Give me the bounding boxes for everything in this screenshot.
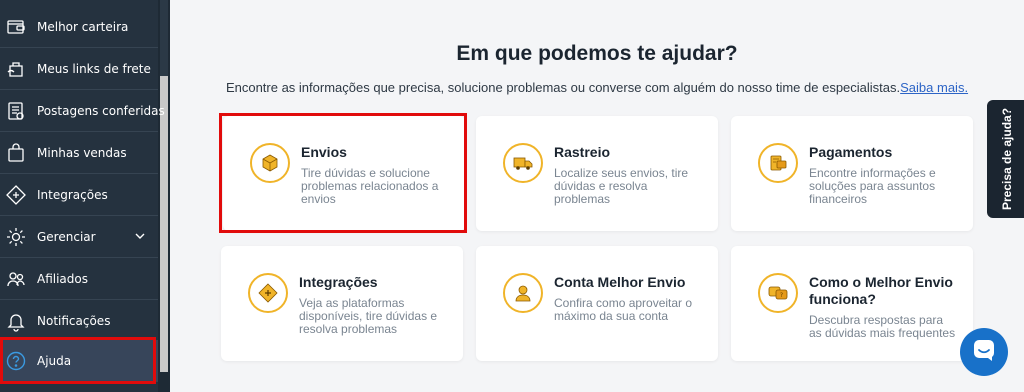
card-title: Pagamentos bbox=[809, 144, 893, 160]
card-como-funciona[interactable]: ? Como o Melhor Envio funciona? Descubra… bbox=[731, 246, 973, 361]
sidebar-item-label: Notificações bbox=[37, 313, 111, 328]
sidebar-scroll-thumb[interactable] bbox=[160, 76, 168, 372]
card-title: Conta Melhor Envio bbox=[554, 274, 686, 290]
sidebar-item-notificacoes[interactable]: Notificações bbox=[0, 300, 158, 342]
sidebar: Melhor carteira Meus links de frete Post… bbox=[0, 0, 170, 392]
sidebar-item-label: Gerenciar bbox=[37, 229, 96, 244]
chevron-down-icon[interactable] bbox=[134, 230, 146, 245]
card-conta-melhor-envio[interactable]: Conta Melhor Envio Confira como aproveit… bbox=[476, 246, 718, 361]
card-pagamentos[interactable]: Pagamentos Encontre informações e soluçõ… bbox=[731, 116, 973, 231]
bell-icon bbox=[5, 310, 27, 332]
sidebar-item-label: Afiliados bbox=[37, 271, 88, 286]
sidebar-item-minhas-vendas[interactable]: Minhas vendas bbox=[0, 132, 158, 174]
puzzle-icon bbox=[248, 273, 288, 313]
truck-icon bbox=[503, 143, 543, 183]
account-icon bbox=[503, 273, 543, 313]
sidebar-item-postagens-conferidas[interactable]: Postagens conferidas bbox=[0, 90, 165, 132]
card-title: Integrações bbox=[299, 274, 378, 290]
chat-icon bbox=[971, 337, 997, 367]
sidebar-item-gerenciar[interactable]: Gerenciar bbox=[0, 216, 158, 258]
card-title: Rastreio bbox=[554, 144, 611, 160]
payment-icon bbox=[758, 143, 798, 183]
links-icon bbox=[5, 58, 27, 80]
card-description: Localize seus envios, tire dúvidas e res… bbox=[554, 166, 689, 206]
sidebar-item-meus-links-de-frete[interactable]: Meus links de frete bbox=[0, 48, 158, 90]
page-subtitle: Encontre as informações que precisa, sol… bbox=[170, 80, 1024, 95]
sidebar-item-label: Melhor carteira bbox=[37, 19, 129, 34]
sidebar-item-label: Postagens conferidas bbox=[37, 103, 165, 118]
sidebar-item-label: Integrações bbox=[37, 187, 108, 202]
subtitle-text: Encontre as informações que precisa, sol… bbox=[225, 80, 901, 95]
gear-icon bbox=[5, 226, 27, 248]
card-description: Veja as plataformas disponíveis, tire dú… bbox=[299, 296, 438, 336]
page-title: Em que podemos te ajudar? bbox=[456, 42, 738, 65]
card-integracoes[interactable]: Integrações Veja as plataformas disponív… bbox=[221, 246, 463, 361]
wallet-icon bbox=[5, 16, 27, 38]
sidebar-item-integracoes[interactable]: Integrações bbox=[0, 174, 158, 216]
card-rastreio[interactable]: Rastreio Localize seus envios, tire dúvi… bbox=[476, 116, 718, 231]
sidebar-item-afiliados[interactable]: Afiliados bbox=[0, 258, 158, 300]
main-content: Em que podemos te ajudar? Encontre as in… bbox=[170, 0, 1024, 392]
help-tab-label: Precisa de ajuda? bbox=[1000, 107, 1014, 211]
puzzle-icon bbox=[5, 184, 27, 206]
svg-text:?: ? bbox=[780, 292, 783, 299]
saiba-mais-link[interactable]: Saiba mais. bbox=[900, 80, 968, 95]
document-icon bbox=[5, 100, 27, 122]
sidebar-item-label: Minhas vendas bbox=[37, 145, 127, 160]
bag-icon bbox=[5, 142, 27, 164]
sidebar-item-melhor-carteira[interactable]: Melhor carteira bbox=[0, 6, 158, 48]
help-tab[interactable]: Precisa de ajuda? bbox=[987, 100, 1024, 218]
chat-button[interactable] bbox=[960, 328, 1008, 376]
card-description: Confira como aproveitar o máximo da sua … bbox=[554, 296, 693, 323]
people-icon bbox=[5, 268, 27, 290]
card-description: Descubra respostas para as dúvidas mais … bbox=[809, 313, 956, 340]
faq-icon: ? bbox=[758, 273, 798, 313]
card-title: Como o Melhor Envio funciona? bbox=[809, 274, 953, 307]
highlight-box-ajuda bbox=[0, 337, 156, 384]
highlight-box-envios bbox=[219, 113, 467, 233]
card-description: Encontre informações e soluções para ass… bbox=[809, 166, 936, 206]
sidebar-item-label: Meus links de frete bbox=[37, 61, 151, 76]
